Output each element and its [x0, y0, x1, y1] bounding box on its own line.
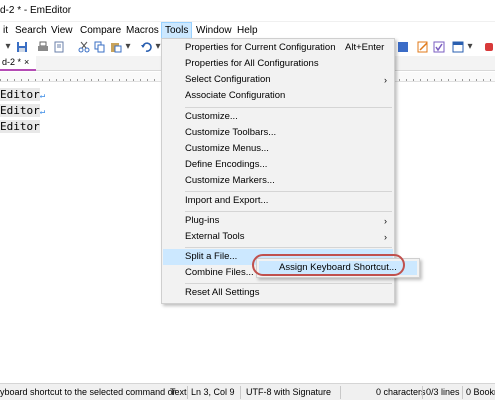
menu-item-label: Customize Menus...	[185, 143, 269, 154]
menu-item-label: Properties for All Configurations	[185, 58, 319, 69]
menu-compare[interactable]: Compare	[77, 22, 124, 39]
toolbar-icon-blue[interactable]	[397, 41, 409, 53]
menu-item-external-tools[interactable]: External Tools ›	[163, 229, 393, 245]
menu-item-customize[interactable]: Customize...	[163, 109, 393, 125]
menu-item-import-export[interactable]: Import and Export...	[163, 193, 393, 209]
menu-item-customize-markers[interactable]: Customize Markers...	[163, 173, 393, 189]
print-preview-icon[interactable]	[53, 41, 65, 53]
menu-item-properties-all[interactable]: Properties for All Configurations	[163, 56, 393, 72]
cut-icon[interactable]	[78, 41, 90, 53]
status-bar: yboard shortcut to the selected command …	[0, 383, 495, 400]
menu-bar: it Search View Compare Macros Tools Wind…	[0, 22, 495, 39]
menu-item-label: Define Encodings...	[185, 159, 268, 170]
menu-window[interactable]: Window	[193, 22, 235, 39]
window-dropdown-icon[interactable]: ▾	[464, 41, 476, 53]
paste-icon[interactable]	[110, 41, 122, 53]
record-icon[interactable]	[483, 41, 495, 53]
menu-item-label: Split a File...	[185, 251, 238, 262]
status-separator	[187, 386, 188, 399]
toolbar-icon-check[interactable]	[433, 41, 445, 53]
menu-view[interactable]: View	[48, 22, 76, 39]
menu-item-associate-configuration[interactable]: Associate Configuration	[163, 88, 393, 104]
status-encoding[interactable]: UTF-8 with Signature	[246, 384, 331, 400]
menu-item-label: Customize...	[185, 111, 238, 122]
status-separator	[240, 386, 241, 399]
submenu-arrow-icon: ›	[384, 216, 387, 226]
document-tab[interactable]: d-2 * ×	[0, 56, 36, 71]
menu-item-label: Reset All Settings	[185, 287, 260, 298]
menu-item-label: Customize Toolbars...	[185, 127, 277, 138]
menu-item-label: Plug-ins	[185, 215, 220, 226]
editor-line-1: Editor↵	[0, 87, 45, 103]
toolbar-icon-window[interactable]	[452, 41, 464, 53]
menu-item-label: External Tools	[185, 231, 245, 242]
status-position[interactable]: Ln 3, Col 9	[191, 384, 235, 400]
copy-icon[interactable]	[94, 41, 106, 53]
status-characters: 0 characters	[376, 387, 426, 397]
menu-separator	[185, 247, 392, 248]
status-separator	[340, 386, 341, 399]
highlight-annotation	[252, 254, 405, 276]
menu-item-customize-menus[interactable]: Customize Menus...	[163, 141, 393, 157]
menu-separator	[185, 283, 392, 284]
newline-mark-icon: ↵	[39, 107, 46, 117]
line-text: Editor	[0, 104, 40, 117]
menu-help[interactable]: Help	[234, 22, 261, 39]
status-bookmarks: 0 Bookm	[466, 387, 495, 397]
editor-line-2: Editor↵	[0, 103, 45, 119]
menu-macros[interactable]: Macros	[123, 22, 162, 39]
status-separator	[462, 386, 463, 399]
menu-item-define-encodings[interactable]: Define Encodings...	[163, 157, 393, 173]
print-icon[interactable]	[37, 41, 49, 53]
menu-item-customize-toolbars[interactable]: Customize Toolbars...	[163, 125, 393, 141]
submenu-arrow-icon: ›	[384, 75, 387, 85]
tab-close-icon[interactable]: ×	[24, 57, 29, 67]
toolbar-icon-edit[interactable]	[417, 41, 429, 53]
menu-separator	[185, 191, 392, 192]
submenu-arrow-icon: ›	[384, 232, 387, 242]
status-message: yboard shortcut to the selected command …	[0, 387, 176, 397]
menu-item-label: Select Configuration	[185, 74, 271, 85]
menu-item-label: Combine Files...	[185, 267, 254, 278]
menu-item-plug-ins[interactable]: Plug-ins ›	[163, 213, 393, 229]
paste-dropdown-icon[interactable]: ▾	[122, 41, 134, 53]
status-mode[interactable]: Text	[170, 384, 187, 400]
menu-tools[interactable]: Tools	[161, 22, 193, 39]
save-icon[interactable]	[16, 41, 28, 53]
line-text: Editor	[0, 120, 40, 133]
menu-separator	[185, 107, 392, 108]
menu-item-select-configuration[interactable]: Select Configuration ›	[163, 72, 393, 88]
dropdown-arrow-icon[interactable]: ▾	[2, 41, 14, 53]
status-lines: 0/3 lines	[426, 387, 460, 397]
menu-search[interactable]: Search	[12, 22, 50, 39]
line-text: Editor	[0, 88, 40, 101]
menu-item-properties-current[interactable]: Properties for Current Configuration Alt…	[163, 40, 393, 56]
newline-mark-icon: ↵	[39, 91, 46, 101]
menu-item-label: Properties for Current Configuration	[185, 42, 336, 53]
menu-item-reset-all-settings[interactable]: Reset All Settings	[163, 285, 393, 301]
undo-icon[interactable]	[140, 41, 152, 53]
window-title: d-2 * - EmEditor	[0, 5, 72, 16]
menu-item-label: Associate Configuration	[185, 90, 286, 101]
status-separator	[422, 386, 423, 399]
tab-label: d-2 *	[2, 57, 22, 67]
editor-line-3: Editor	[0, 119, 40, 135]
menu-edit[interactable]: it	[0, 22, 11, 39]
menu-item-label: Customize Markers...	[185, 175, 275, 186]
title-bar: d-2 * - EmEditor	[0, 0, 495, 22]
menu-item-label: Import and Export...	[185, 195, 269, 206]
shortcut-label: Alt+Enter	[345, 42, 385, 53]
menu-separator	[185, 211, 392, 212]
